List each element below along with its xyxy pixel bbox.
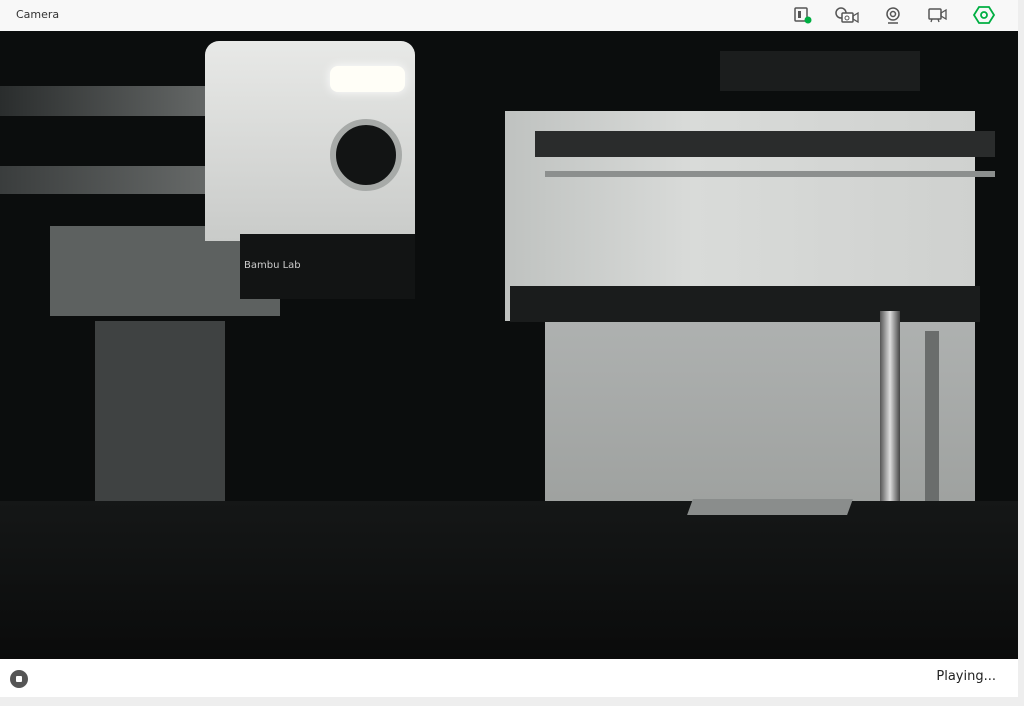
record-video-icon[interactable]	[927, 5, 949, 25]
panel-title: Camera	[16, 8, 60, 21]
timelapse-icon[interactable]	[834, 5, 860, 25]
build-plate	[0, 501, 1018, 659]
left-belt	[0, 86, 230, 116]
bed-frame	[510, 286, 980, 322]
lower-wall	[545, 321, 975, 511]
toolhead-light	[330, 66, 405, 92]
camera-footer: Playing...	[0, 659, 1018, 697]
webcam-icon[interactable]	[882, 5, 904, 25]
bed-label	[687, 499, 853, 515]
stop-stream-button[interactable]	[10, 670, 28, 688]
left-belt-2	[0, 166, 230, 194]
settings-hex-icon[interactable]	[972, 5, 996, 25]
toolhead-base: Bambu Lab	[240, 234, 415, 299]
camera-header: Camera	[0, 0, 1018, 31]
gantry-rail	[535, 131, 995, 157]
printer-logo: Bambu Lab	[244, 260, 301, 271]
scroll-gutter	[1018, 0, 1024, 706]
sd-card-status-icon[interactable]	[792, 5, 814, 25]
camera-video-feed[interactable]: Bambu Lab	[0, 31, 1018, 659]
stream-status: Playing...	[936, 669, 996, 684]
top-bar	[720, 51, 920, 91]
gantry-rod	[545, 171, 995, 177]
toolhead-fan	[330, 119, 402, 191]
